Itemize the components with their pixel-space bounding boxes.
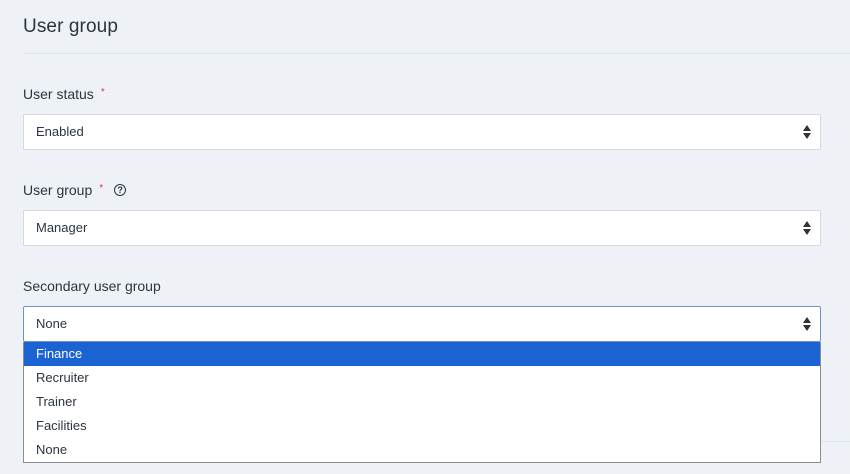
question-circle-icon[interactable]: ? — [114, 184, 127, 196]
select-arrows-icon — [803, 221, 811, 235]
user-group-label-row: User group * ? — [23, 182, 127, 198]
required-indicator: * — [99, 182, 104, 194]
dropdown-option-recruiter[interactable]: Recruiter — [24, 366, 820, 390]
secondary-user-group-dropdown: Finance Recruiter Trainer Facilities Non… — [23, 342, 821, 463]
secondary-user-group-value: None — [36, 316, 68, 331]
section-divider — [23, 53, 850, 54]
required-indicator: * — [100, 86, 105, 98]
user-status-label: User status — [23, 86, 94, 102]
dropdown-option-finance[interactable]: Finance — [24, 342, 820, 366]
select-arrows-icon — [803, 317, 811, 331]
secondary-user-group-select[interactable]: None — [23, 306, 821, 342]
secondary-user-group-label: Secondary user group — [23, 278, 161, 294]
dropdown-option-facilities[interactable]: Facilities — [24, 414, 820, 438]
user-group-value: Manager — [36, 220, 88, 235]
secondary-user-group-label-row: Secondary user group — [23, 278, 161, 294]
select-arrows-icon — [803, 125, 811, 139]
user-group-label: User group — [23, 182, 93, 198]
dropdown-option-none[interactable]: None — [24, 438, 820, 462]
user-status-label-row: User status * — [23, 86, 105, 102]
user-status-select[interactable]: Enabled — [23, 114, 821, 150]
dropdown-option-trainer[interactable]: Trainer — [24, 390, 820, 414]
section-bottom-divider — [821, 441, 850, 442]
user-group-select[interactable]: Manager — [23, 210, 821, 246]
user-status-value: Enabled — [36, 124, 84, 139]
section-title: User group — [23, 16, 118, 37]
user-group-form: User group User status * Enabled User gr… — [0, 0, 850, 474]
